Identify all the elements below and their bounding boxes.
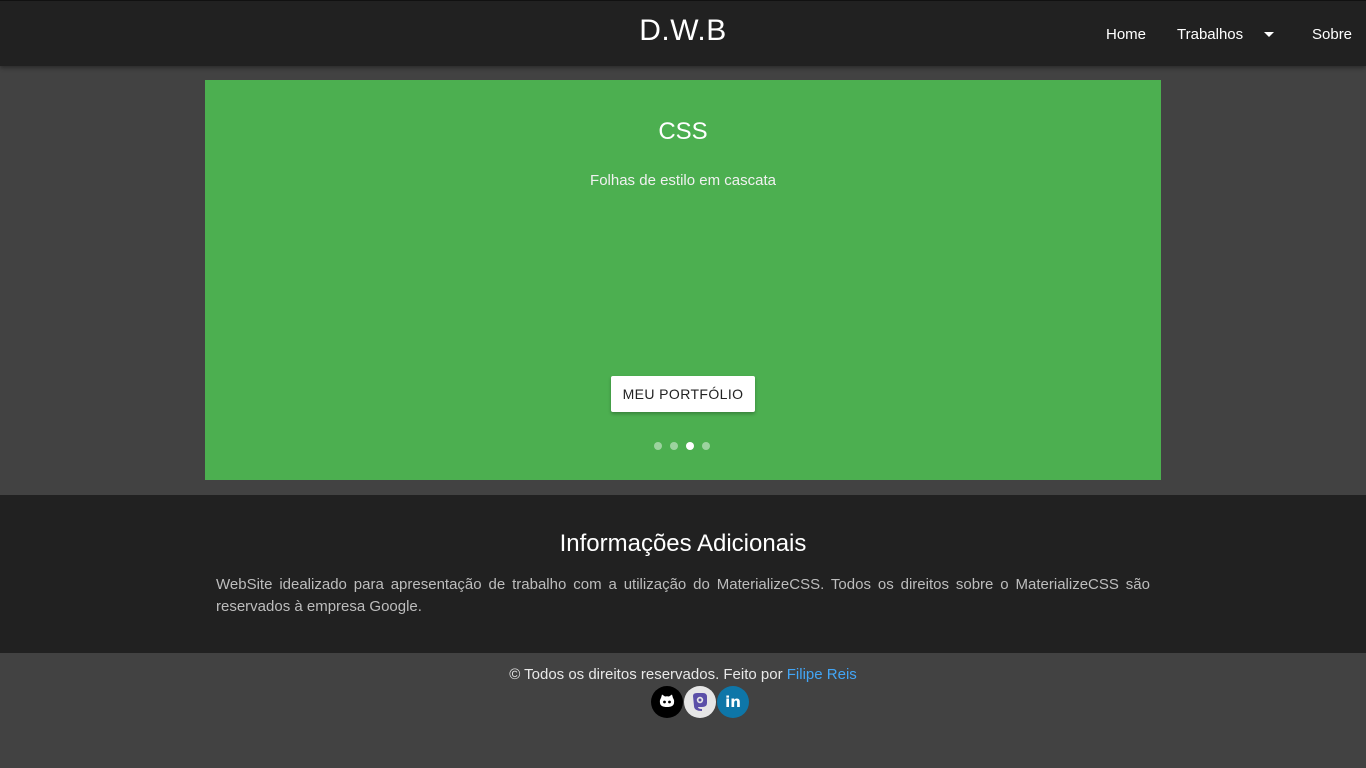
mastodon-icon[interactable] xyxy=(684,686,716,718)
info-title: Informações Adicionais xyxy=(559,530,807,557)
slider-indicator-1[interactable] xyxy=(654,442,662,450)
slider-indicators xyxy=(654,442,710,450)
author-link[interactable]: Filipe Reis xyxy=(787,666,857,683)
navbar: D.W.B Home Trabalhos Sobre xyxy=(0,0,1366,66)
footer: © Todos os direitos reservados. Feito po… xyxy=(0,653,1366,768)
brand-logo[interactable]: D.W.B xyxy=(0,14,1366,48)
slider-indicator-4[interactable] xyxy=(702,442,710,450)
social-links: in xyxy=(651,686,749,718)
slider-indicator-3[interactable] xyxy=(686,442,694,450)
slide-subtitle: Folhas de estilo em cascata xyxy=(590,172,776,189)
copyright-prefix: © Todos os direitos reservados. Feito po… xyxy=(509,666,787,683)
slider-indicator-2[interactable] xyxy=(670,442,678,450)
slide-title: CSS xyxy=(658,118,708,145)
github-icon[interactable] xyxy=(651,686,683,718)
nav-about-link[interactable]: Sobre xyxy=(1312,1,1352,67)
portfolio-button[interactable]: MEU PORTFÓLIO xyxy=(611,376,755,412)
linkedin-icon[interactable]: in xyxy=(717,686,749,718)
copyright-text: © Todos os direitos reservados. Feito po… xyxy=(0,666,1366,683)
additional-info-section: Informações Adicionais WebSite idealizad… xyxy=(0,495,1366,653)
caret-down-icon[interactable] xyxy=(1264,32,1274,37)
nav-home-link[interactable]: Home xyxy=(1106,1,1146,67)
nav-works-dropdown[interactable]: Trabalhos xyxy=(1177,1,1243,67)
info-text: WebSite idealizado para apresentação de … xyxy=(216,576,1150,615)
carousel-slider[interactable]: CSS Folhas de estilo em cascata MEU PORT… xyxy=(205,80,1161,480)
